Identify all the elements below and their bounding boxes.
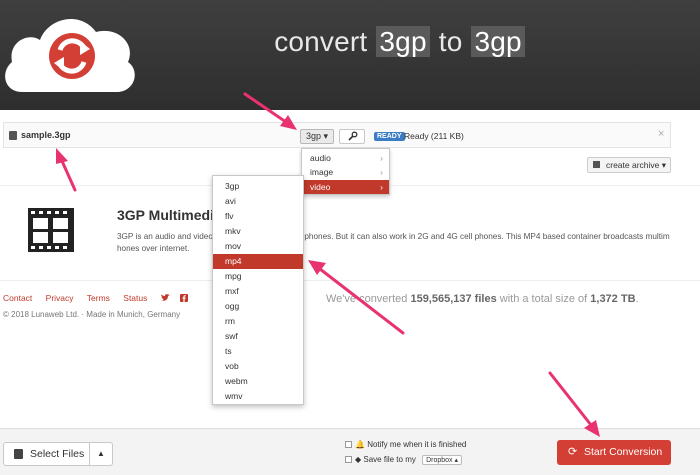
stats-mid: with a total size of	[499, 293, 588, 305]
format-option-mp4[interactable]: mp4	[213, 254, 303, 269]
format-option-swf[interactable]: swf	[213, 329, 303, 344]
notify-checkbox[interactable]	[345, 441, 352, 448]
format-option-label: ts	[225, 346, 232, 356]
divider	[0, 280, 700, 281]
facebook-icon[interactable]	[180, 294, 189, 302]
start-conversion-label: Start Conversion	[584, 446, 663, 458]
cloud-service-select[interactable]: Dropbox ▴	[422, 455, 463, 465]
twitter-icon[interactable]	[160, 294, 170, 302]
page-title: convert 3gp to 3gp	[200, 26, 600, 58]
chevron-right-icon: ›	[380, 167, 383, 177]
format-option-mxf[interactable]: mxf	[213, 284, 303, 299]
format-option-avi[interactable]: avi	[213, 194, 303, 209]
settings-button[interactable]	[339, 129, 365, 144]
format-option-mpg[interactable]: mpg	[213, 269, 303, 284]
menu-item-audio[interactable]: audio ›	[302, 151, 389, 165]
format-option-label: mp4	[225, 256, 242, 266]
menu-item-label: image	[310, 167, 334, 177]
refresh-icon: ⟳	[568, 446, 578, 458]
format-select-button[interactable]: 3gp ▾	[300, 129, 334, 144]
file-icon	[14, 449, 23, 459]
menu-item-video[interactable]: video ›	[302, 180, 389, 194]
format-option-label: flv	[225, 211, 234, 221]
save-file-label: Save file to my	[363, 455, 416, 464]
stats-size: 1,372 TB	[590, 293, 636, 305]
title-to-format: 3gp	[471, 26, 525, 57]
format-option-ogg[interactable]: ogg	[213, 299, 303, 314]
footer-link-terms[interactable]: Terms	[87, 293, 110, 303]
format-option-label: vob	[225, 361, 239, 371]
format-option-label: webm	[225, 376, 248, 386]
format-option-rm[interactable]: rm	[213, 314, 303, 329]
status-badge: READY	[374, 132, 405, 141]
format-option-vob[interactable]: vob	[213, 359, 303, 374]
film-icon	[28, 208, 74, 252]
title-prefix: convert	[274, 26, 368, 57]
footer-link-status[interactable]: Status	[123, 293, 147, 303]
format-option-flv[interactable]: flv	[213, 209, 303, 224]
bell-icon: 🔔	[355, 440, 365, 449]
format-option-label: mov	[225, 241, 242, 251]
save-file-checkbox[interactable]	[345, 456, 352, 463]
format-info-description: 3GP is an audio and video c nerally used…	[117, 232, 670, 253]
wrench-icon	[348, 131, 358, 141]
annotation-arrow	[56, 148, 77, 192]
format-option-webm[interactable]: webm	[213, 374, 303, 389]
chevron-right-icon: ›	[380, 182, 383, 192]
app-header: convert 3gp to 3gp	[0, 0, 700, 110]
cloud-refresh-icon[interactable]	[0, 0, 140, 100]
copyright-text: © 2018 Lunaweb Ltd. · Made in Munich, Ge…	[3, 310, 181, 319]
format-option-3gp[interactable]: 3gp	[213, 179, 303, 194]
format-option-label: wmv	[225, 391, 243, 401]
dropbox-icon: ◆	[355, 455, 362, 464]
format-menu: 3gp avi flv mkv mov mp4 mpg mxf ogg rm s…	[212, 175, 304, 405]
format-option-label: avi	[225, 196, 236, 206]
format-info-title: 3GP Multimedi	[117, 207, 214, 223]
format-option-label: mpg	[225, 271, 242, 281]
close-icon[interactable]: ×	[658, 128, 664, 140]
format-option-wmv[interactable]: wmv	[213, 389, 303, 404]
select-files-button[interactable]: Select Files	[3, 442, 90, 466]
menu-item-label: audio	[310, 153, 331, 163]
category-menu: audio › image › video ›	[301, 148, 390, 195]
notify-label: Notify me when it is finished	[367, 440, 467, 449]
chevron-right-icon: ›	[380, 153, 383, 163]
save-to-cloud-option[interactable]: ◆ Save file to my Dropbox ▴	[345, 455, 463, 465]
stats-suffix: .	[635, 293, 639, 305]
select-files-dropdown-button[interactable]: ▲	[90, 442, 113, 466]
format-option-label: mkv	[225, 226, 241, 236]
format-option-mkv[interactable]: mkv	[213, 224, 303, 239]
file-row: sample.3gp 3gp ▾ READY Ready (211 KB) ×	[3, 122, 671, 148]
title-from-format: 3gp	[376, 26, 430, 57]
notify-option[interactable]: 🔔 Notify me when it is finished	[345, 440, 466, 449]
archive-icon	[593, 161, 600, 168]
footer-link-privacy[interactable]: Privacy	[46, 293, 74, 303]
file-icon	[9, 131, 17, 140]
start-conversion-button[interactable]: ⟳ Start Conversion	[557, 440, 671, 465]
format-option-label: rm	[225, 316, 235, 326]
title-joiner: to	[438, 26, 463, 57]
select-files-label: Select Files	[30, 448, 85, 460]
create-archive-button[interactable]: create archive ▾	[587, 157, 671, 173]
create-archive-label: create archive ▾	[606, 160, 667, 170]
stats-files: 159,565,137 files	[410, 293, 497, 305]
menu-item-label: video	[310, 182, 331, 192]
status-text: Ready (211 KB)	[404, 131, 464, 141]
format-option-label: swf	[225, 331, 238, 341]
footer-link-contact[interactable]: Contact	[3, 293, 32, 303]
format-option-mov[interactable]: mov	[213, 239, 303, 254]
stats-prefix: We've converted	[326, 293, 408, 305]
footer-links: Contact Privacy Terms Status	[3, 293, 189, 303]
format-option-label: ogg	[225, 301, 240, 311]
menu-item-image[interactable]: image ›	[302, 165, 389, 179]
format-option-label: 3gp	[225, 181, 240, 191]
format-option-label: mxf	[225, 286, 239, 296]
format-option-ts[interactable]: ts	[213, 344, 303, 359]
file-name: sample.3gp	[21, 130, 71, 140]
conversion-stats: We've converted 159,565,137 files with a…	[326, 293, 639, 305]
